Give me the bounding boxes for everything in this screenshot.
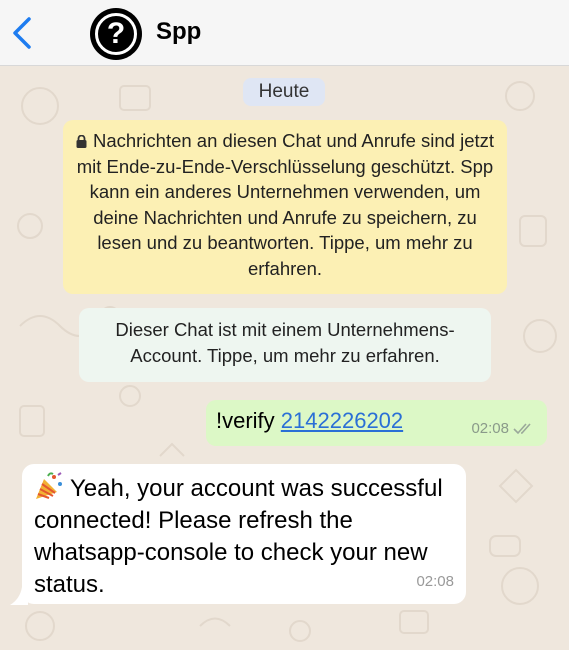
contact-name[interactable]: Spp: [156, 18, 201, 46]
party-popper-icon: [36, 472, 62, 499]
chat-area[interactable]: Heute Nachrichten an diesen Chat und Anr…: [0, 66, 569, 650]
business-notice-text: Dieser Chat ist mit einem Unternehmens-A…: [115, 319, 455, 366]
outgoing-message-text: !verify: [216, 408, 281, 433]
phone-number-link[interactable]: 2142226202: [281, 408, 403, 433]
outgoing-meta: 02:08: [471, 420, 535, 437]
chat-header: ? Spp: [0, 0, 569, 66]
question-mark-icon: ?: [95, 13, 137, 55]
lock-icon: [76, 135, 87, 148]
incoming-time: 02:08: [416, 573, 454, 590]
business-account-notice[interactable]: Dieser Chat ist mit einem Unternehmens-A…: [79, 308, 491, 382]
avatar[interactable]: ?: [90, 8, 142, 60]
encryption-notice-text: Nachrichten an diesen Chat und Anrufe si…: [76, 130, 495, 279]
encryption-notice[interactable]: Nachrichten an diesen Chat und Anrufe si…: [63, 120, 507, 294]
outgoing-message[interactable]: !verify 2142226202 02:08: [206, 400, 547, 446]
chevron-left-icon[interactable]: [10, 16, 34, 50]
incoming-message-text: Yeah, your account was successful connec…: [34, 475, 443, 598]
date-separator: Heute: [243, 78, 325, 106]
outgoing-time: 02:08: [471, 420, 509, 437]
incoming-message[interactable]: Yeah, your account was successful connec…: [22, 464, 466, 604]
double-check-icon: [513, 422, 531, 434]
